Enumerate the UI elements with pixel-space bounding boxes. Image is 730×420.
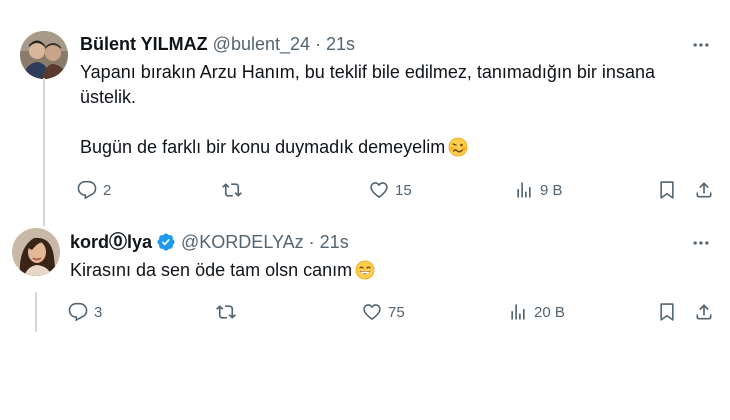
like-button[interactable]: 15 (369, 177, 412, 203)
tweet-text-line: Yapanı bırakın Arzu Hanım, bu teklif bil… (80, 62, 655, 82)
reply-button[interactable]: 2 (77, 177, 111, 203)
timestamp[interactable]: 21s (326, 32, 355, 56)
bookmark-button[interactable] (657, 177, 677, 203)
separator-dot: · (308, 232, 315, 252)
display-name[interactable]: kord⓪lya (70, 230, 152, 254)
avatar[interactable] (12, 228, 60, 276)
user-handle[interactable]: @KORDELYAz (181, 230, 304, 254)
like-count: 15 (395, 181, 412, 199)
bookmark-button[interactable] (657, 299, 677, 325)
tweet-text: Yapanı bırakın Arzu Hanım, bu teklif bil… (80, 60, 690, 160)
avatar[interactable] (20, 31, 68, 79)
like-icon (370, 182, 388, 199)
grinning-smiling-eyes-emoji (355, 260, 375, 280)
tweet-header: kord⓪lya @KORDELYAz · 21s (70, 230, 349, 254)
thread-line (43, 78, 45, 226)
tweet-text-line: Kirasını da sen öde tam olsn canım (70, 260, 353, 280)
reply-button[interactable]: 3 (68, 299, 102, 325)
tweet-text: Kirasını da sen öde tam olsn canım (70, 258, 680, 283)
bookmark-icon (660, 181, 674, 199)
action-bar: 3 75 20 B (68, 299, 712, 325)
like-count: 75 (388, 303, 405, 321)
share-icon (696, 182, 712, 198)
verified-badge-icon (156, 232, 176, 252)
retweet-button[interactable] (216, 299, 242, 325)
share-button[interactable] (694, 177, 714, 203)
like-button[interactable]: 75 (362, 299, 405, 325)
views-button[interactable]: 20 B (508, 299, 565, 325)
woozy-face-emoji (448, 137, 468, 157)
views-button[interactable]: 9 B (514, 177, 563, 203)
action-bar: 2 15 9 B (77, 177, 717, 203)
share-icon (696, 304, 712, 320)
user-handle[interactable]: @bulent_24 (213, 32, 310, 56)
like-icon (363, 304, 381, 321)
tweet-header: Bülent YILMAZ @bulent_24 · 21s (80, 32, 355, 56)
retweet-button[interactable] (222, 177, 248, 203)
reply-count: 3 (94, 303, 103, 321)
tweet-bulent[interactable]: Bülent YILMAZ @bulent_24 · 21s Yapanı bı… (0, 20, 730, 226)
retweet-icon (216, 305, 236, 319)
tweet-kordelya[interactable]: kord⓪lya @KORDELYAz · 21s Kirasını da se… (0, 222, 730, 342)
more-icon[interactable] (690, 232, 712, 254)
views-icon (517, 182, 531, 198)
retweet-icon (222, 183, 242, 197)
timestamp[interactable]: 21s (320, 230, 349, 254)
thread-line (35, 292, 37, 332)
more-icon[interactable] (690, 34, 712, 56)
views-icon (511, 304, 525, 320)
separator-dot: · (315, 34, 322, 54)
tweet-text-line: Bugün de farklı bir konu duymadık demeye… (80, 137, 446, 157)
display-name[interactable]: Bülent YILMAZ (80, 32, 208, 56)
bookmark-icon (660, 303, 674, 321)
tweet-text-line: üstelik. (80, 87, 137, 107)
reply-icon (68, 302, 88, 322)
share-button[interactable] (694, 299, 714, 325)
views-count: 9 B (540, 181, 563, 199)
reply-icon (77, 180, 97, 200)
reply-count: 2 (103, 181, 112, 199)
views-count: 20 B (534, 303, 565, 321)
